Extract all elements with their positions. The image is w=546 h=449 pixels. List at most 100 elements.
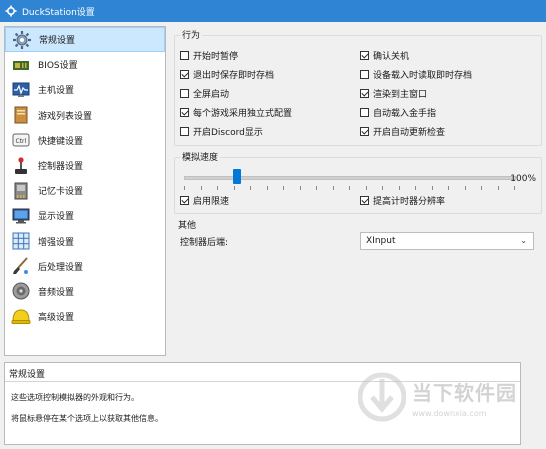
slider-tick [316, 186, 317, 190]
display-icon [11, 206, 31, 226]
monitor-wave-icon [11, 80, 31, 100]
sidebar-item-advanced[interactable]: 高级设置 [5, 304, 165, 329]
checkbox-start-fullscreen[interactable]: 全屏启动 [180, 87, 229, 100]
watermark-url: www.downxia.com [412, 408, 487, 418]
sidebar-item-label: 增强设置 [38, 237, 75, 248]
watermark-logo [358, 372, 406, 422]
checkbox-auto-update-check[interactable]: 开启自动更新检查 [360, 125, 445, 138]
chevron-down-icon: ⌄ [520, 236, 527, 245]
group-title: 行为 [180, 28, 203, 41]
slider-tick [431, 186, 433, 190]
sidebar-item-general[interactable]: 常规设置 [5, 27, 165, 53]
settings-app-icon [5, 5, 17, 17]
checkbox-increase-timer-resolution[interactable]: 提高计时器分辨率 [360, 194, 445, 207]
sidebar-item-label: 显示设置 [38, 212, 75, 223]
sidebar-item-hotkeys[interactable]: Ctrl 快捷键设置 [5, 128, 165, 153]
checkbox-box[interactable] [180, 196, 189, 205]
checkbox-per-game-config[interactable]: 每个游戏采用独立式配置 [180, 106, 292, 119]
speaker-icon [11, 281, 31, 301]
slider-tick [332, 186, 334, 190]
watermark-brand: 当下软件园 [412, 380, 517, 405]
checkbox-label: 设备载入时读取即时存档 [373, 71, 473, 81]
checkbox-label: 每个游戏采用独立式配置 [193, 109, 293, 119]
slider-thumb[interactable] [232, 169, 241, 184]
checkbox-box[interactable] [180, 127, 189, 136]
slider-tick [233, 186, 235, 190]
slider-tick [514, 186, 515, 190]
slider-tick [365, 186, 367, 190]
checkbox-label: 自动载入金手指 [373, 109, 437, 119]
checkbox-box[interactable] [360, 51, 369, 60]
settings-panel: 行为 开始时暂停 确认关机 退出时保存即时存档 设备载入时读取即时存档 全屏启动… [170, 26, 546, 356]
checkbox-save-state-on-exit[interactable]: 退出时保存即时存档 [180, 68, 274, 81]
checkbox-load-state-on-boot[interactable]: 设备载入时读取即时存档 [360, 68, 472, 81]
checkbox-box[interactable] [180, 108, 189, 117]
checkbox-label: 开启Discord显示 [193, 128, 263, 138]
joystick-icon [11, 156, 31, 176]
checkbox-box[interactable] [360, 108, 369, 117]
checkbox-pause-on-start[interactable]: 开始时暂停 [180, 49, 238, 62]
checkbox-box[interactable] [180, 89, 189, 98]
checkbox-label: 确认关机 [373, 52, 410, 62]
sidebar-item-controllers[interactable]: 控制器设置 [5, 153, 165, 178]
behavior-group: 行为 开始时暂停 确认关机 退出时保存即时存档 设备载入时读取即时存档 全屏启动… [174, 28, 542, 146]
title-bar: DuckStation设置 [0, 0, 546, 22]
sidebar-item-console[interactable]: 主机设置 [5, 77, 165, 102]
checkbox-label: 全屏启动 [193, 90, 230, 100]
emulation-speed-group: 模拟速度 100% 启用限速 提高计时器分辨率 [174, 150, 542, 214]
settings-category-list[interactable]: 常规设置 BIOS设置 主机设置 游戏列表设置 Ctrl 快捷键设置 控制器设置… [4, 26, 166, 356]
checkbox-box[interactable] [360, 127, 369, 136]
checkbox-box[interactable] [360, 89, 369, 98]
checkbox-box[interactable] [180, 70, 189, 79]
checkbox-confirm-shutdown[interactable]: 确认关机 [360, 49, 409, 62]
sidebar-item-label: 快捷键设置 [38, 136, 84, 147]
checkbox-render-to-main[interactable]: 渲染到主窗口 [360, 87, 427, 100]
slider-tick [398, 186, 400, 190]
description-line: 将鼠标悬停在某个选项上以获取其他信息。 [11, 414, 163, 423]
book-icon [11, 105, 31, 125]
sidebar-item-label: 后处理设置 [38, 262, 84, 273]
grid-icon [11, 231, 31, 251]
slider-tick [217, 186, 218, 190]
checkbox-box[interactable] [360, 70, 369, 79]
checkbox-box[interactable] [180, 51, 189, 60]
slider-tick [448, 186, 449, 190]
checkbox-label: 退出时保存即时存档 [193, 71, 275, 81]
brush-icon [11, 256, 31, 276]
checkbox-enable-speed-limit[interactable]: 启用限速 [180, 194, 229, 207]
chip-icon [11, 55, 31, 75]
checkbox-box[interactable] [360, 196, 369, 205]
sidebar-item-post-processing[interactable]: 后处理设置 [5, 254, 165, 279]
controller-row: 控制器后端: XInput ⌄ [174, 228, 542, 256]
sidebar-item-memory-cards[interactable]: 记忆卡设置 [5, 178, 165, 203]
slider-tick [184, 186, 185, 190]
select-value: XInput [366, 236, 396, 246]
sidebar-item-label: 游戏列表设置 [38, 111, 93, 122]
sidebar-item-label: 记忆卡设置 [38, 187, 84, 198]
sidebar-item-label: 音频设置 [38, 287, 75, 298]
checkbox-auto-load-cheats[interactable]: 自动载入金手指 [360, 106, 436, 119]
controller-backend-select[interactable]: XInput ⌄ [360, 232, 534, 250]
speed-slider[interactable] [174, 162, 516, 192]
sidebar-item-enhancements[interactable]: 增强设置 [5, 229, 165, 254]
memory-card-icon [11, 181, 31, 201]
sidebar-item-audio[interactable]: 音频设置 [5, 279, 165, 304]
sidebar-item-display[interactable]: 显示设置 [5, 203, 165, 228]
window-title: DuckStation设置 [22, 7, 95, 18]
slider-tick [464, 186, 466, 190]
speed-value: 100% [510, 174, 536, 184]
slider-tick [283, 186, 284, 190]
window-body: 常规设置 BIOS设置 主机设置 游戏列表设置 Ctrl 快捷键设置 控制器设置… [0, 22, 546, 449]
sidebar-item-game-list[interactable]: 游戏列表设置 [5, 103, 165, 128]
slider-tick [481, 186, 482, 190]
checkbox-label: 启用限速 [193, 197, 230, 207]
slider-tick [250, 186, 251, 190]
slider-tick [266, 186, 268, 190]
sidebar-item-label: 主机设置 [38, 86, 75, 97]
checkbox-label: 渲染到主窗口 [373, 90, 428, 100]
sidebar-item-bios[interactable]: BIOS设置 [5, 52, 165, 77]
description-line: 这些选项控制模拟器的外观和行为。 [11, 393, 139, 402]
sidebar-item-label: BIOS设置 [38, 61, 78, 72]
slider-tick [299, 186, 301, 190]
checkbox-discord-presence[interactable]: 开启Discord显示 [180, 125, 263, 138]
